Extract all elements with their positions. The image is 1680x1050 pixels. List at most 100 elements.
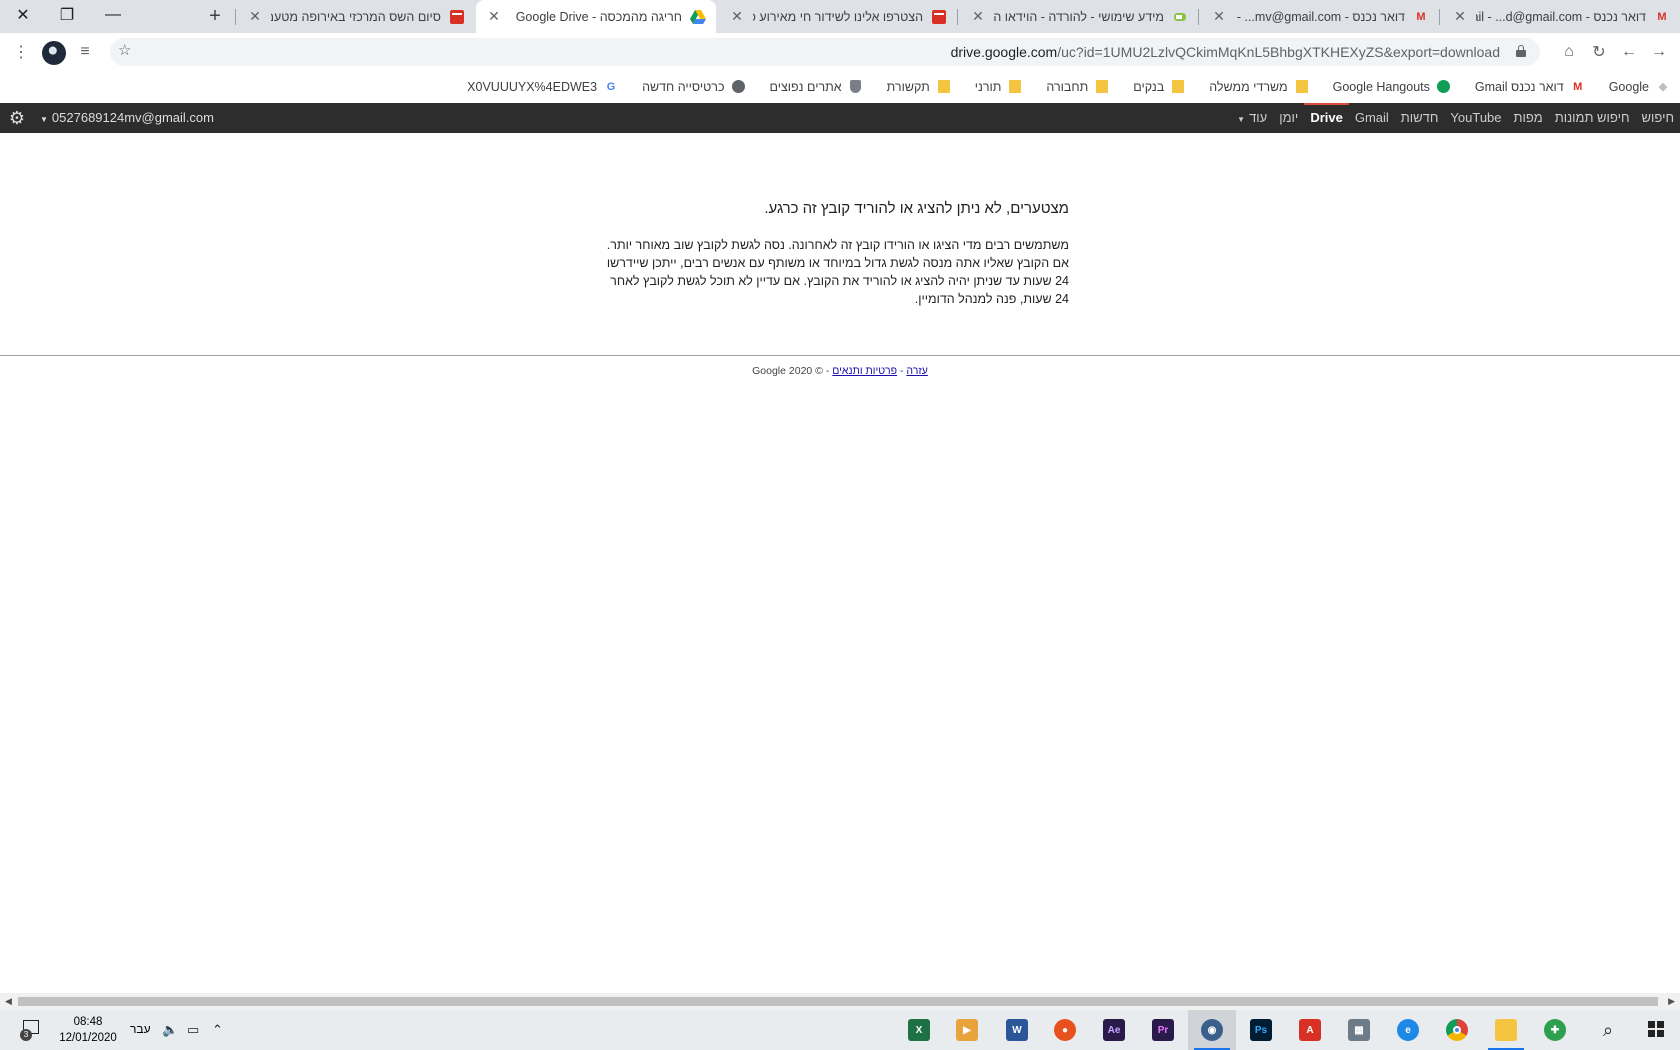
language-indicator[interactable]: עבר (130, 1022, 151, 1036)
taskbar-photoshop[interactable]: Ps (1237, 1010, 1285, 1050)
taskbar-premiere[interactable]: Pr (1139, 1010, 1187, 1050)
start-button[interactable] (1632, 1010, 1680, 1050)
gnav-maps[interactable]: מפות (1508, 103, 1549, 133)
gnav-search[interactable]: חיפוש (1636, 103, 1680, 133)
taskbar-acrobat[interactable]: A (1286, 1010, 1334, 1050)
tab-google-drive[interactable]: חריגה מהמכסה - Google Drive ✕ (476, 0, 716, 33)
premiere-icon: Pr (1152, 1019, 1174, 1041)
taskbar-file-explorer[interactable] (1482, 1010, 1530, 1050)
bookmark-hangouts[interactable]: Google Hangouts (1333, 80, 1451, 94)
close-window-button[interactable]: ✕ (0, 0, 46, 30)
taskbar-network[interactable]: ▦ (1335, 1010, 1383, 1050)
gnav-drive[interactable]: Drive (1304, 103, 1349, 133)
video-icon (449, 9, 465, 25)
close-tab-icon[interactable]: ✕ (729, 8, 745, 25)
bookmark-label: Google Hangouts (1332, 79, 1430, 94)
minimize-button[interactable]: — (90, 0, 136, 30)
gnav-gmail[interactable]: Gmail (1349, 103, 1395, 133)
taskbar-after-effects[interactable]: Ae (1090, 1010, 1138, 1050)
bookmark-label: תקשורת (886, 79, 930, 94)
tab-separator (957, 9, 958, 25)
tab-shas-europe[interactable]: סיום השס המרכזי באירופה מטעם ✕ (237, 0, 475, 33)
reload-button[interactable]: ↻ (1586, 39, 1612, 65)
gnav-news[interactable]: חדשות (1395, 103, 1445, 133)
footer: עזרה - פרטיות ותנאים - © 2020 Google (0, 365, 1680, 377)
bookmark-gmail[interactable]: M דואר נכנס Gmail (1475, 80, 1585, 94)
taskbar-excel[interactable]: X (895, 1010, 943, 1050)
video-icon (931, 9, 947, 25)
scroll-right-icon[interactable]: ▶ (1668, 996, 1675, 1007)
url-path: /uc?id=1UMU2LzlvQCkimMqKnL5BhbgXTKHEXyZS… (1057, 44, 1500, 60)
scroll-left-icon[interactable]: ◀ (5, 996, 12, 1007)
home-button[interactable]: ⌂ (1556, 39, 1582, 65)
bookmark-label: משרדי ממשלה (1209, 79, 1288, 94)
bookmark-new-tab[interactable]: כרטיסייה חדשה (642, 80, 746, 94)
gnav-youtube[interactable]: YouTube (1444, 103, 1507, 133)
taskbar-word[interactable]: W (993, 1010, 1041, 1050)
error-line: 24 שעות, פנה למנהל הדומיין. (914, 292, 1069, 306)
error-message: משתמשים רבים מדי הציגו או הורידו קובץ זה… (599, 236, 1069, 308)
taskbar-green-app[interactable]: ✚ (1531, 1010, 1579, 1050)
horizontal-scrollbar[interactable]: ◀ ▶ (0, 993, 1680, 1010)
bookmark-google[interactable]: ◆ Google (1609, 80, 1670, 94)
after-effects-icon: Ae (1103, 1019, 1125, 1041)
volume-icon[interactable]: 🔈 (162, 1022, 178, 1038)
bookmark-folder-media[interactable]: תקשורת (887, 80, 951, 94)
bookmark-folder-transport[interactable]: תחבורה (1046, 80, 1109, 94)
tab-gmail-2[interactable]: M דואר נכנס - Gmail - ...mv@gmail.com ✕ (1201, 0, 1439, 33)
forward-button[interactable]: ← (1616, 39, 1642, 65)
new-tab-button[interactable]: + (205, 6, 225, 27)
action-center-icon[interactable]: 3 (20, 1020, 42, 1041)
clock[interactable]: 08:48 12/01/2020 (58, 1014, 118, 1046)
gnav-calendar[interactable]: יומן (1273, 103, 1304, 133)
taskbar: 3 08:48 12/01/2020 עבר 🔈 ▭ ⌃ X ▶ W ● Ae … (0, 1010, 1680, 1050)
close-tab-icon[interactable]: ✕ (1211, 8, 1227, 25)
green-app-icon: ✚ (1544, 1019, 1566, 1041)
bookmark-label: תורני (974, 79, 1002, 94)
bookmark-folder-government[interactable]: משרדי ממשלה (1209, 80, 1308, 94)
media-control-button[interactable]: ≡ (72, 39, 98, 65)
taskbar-burner[interactable]: ● (1041, 1010, 1089, 1050)
taskbar-browser[interactable]: ◉ (1188, 1010, 1236, 1050)
bookmark-label: בנקים (1133, 79, 1165, 94)
google-nav: חיפוש חיפוש תמונות מפות YouTube חדשות Gm… (1231, 103, 1680, 133)
close-tab-icon[interactable]: ✕ (970, 8, 986, 25)
network-tray-icon[interactable]: ▭ (187, 1022, 199, 1038)
tab-strip: M דואר נכנס - Gmail - ...d@gmail.com ✕ M… (0, 0, 1680, 33)
address-bar[interactable]: drive.google.com/uc?id=1UMU2LzlvQCkimMqK… (110, 38, 1540, 66)
word-icon: W (1006, 1019, 1028, 1041)
taskbar-edge[interactable]: e (1384, 1010, 1432, 1050)
taskbar-media-player[interactable]: ▶ (943, 1010, 991, 1050)
gear-icon[interactable]: ⚙ (8, 109, 26, 127)
profile-avatar[interactable] (42, 41, 66, 65)
lock-icon (1516, 45, 1526, 57)
tab-gmail-1[interactable]: M דואר נכנס - Gmail - ...d@gmail.com ✕ (1442, 0, 1680, 33)
tab-useful-info[interactable]: מידע שימושי - להורדה - הוידאו הכ ✕ (960, 0, 1198, 33)
footer-separator: - (822, 365, 833, 377)
bookmark-folder-banks[interactable]: בנקים (1133, 80, 1185, 94)
close-tab-icon[interactable]: ✕ (247, 8, 263, 25)
bookmark-folder-torani[interactable]: תורני (975, 80, 1023, 94)
scrollbar-thumb[interactable] (18, 997, 1658, 1006)
bookmarks-bar: ◆ Google M דואר נכנס Gmail Google Hangou… (0, 70, 1680, 103)
close-tab-icon[interactable]: ✕ (486, 8, 502, 25)
account-menu[interactable]: ▼ 0527689124mv@gmail.com (40, 103, 214, 133)
chevron-up-icon[interactable]: ⌃ (212, 1022, 223, 1038)
tab-live-broadcast[interactable]: הצטרפו אלינו לשידור חי מאירוע כ ✕ (719, 0, 957, 33)
taskbar-chrome[interactable] (1433, 1010, 1481, 1050)
bookmark-google-search[interactable]: G X0VUUUYX%4EDWE3 (467, 80, 618, 94)
close-tab-icon[interactable]: ✕ (1452, 8, 1468, 25)
gnav-image-search[interactable]: חיפוש תמונות (1549, 103, 1636, 133)
restore-button[interactable]: ❐ (44, 0, 90, 30)
menu-button[interactable]: ⋮ (8, 39, 34, 65)
bookmark-star-icon[interactable]: ☆ (118, 41, 131, 59)
hangouts-icon (1437, 80, 1451, 94)
privacy-terms-link[interactable]: פרטיות ותנאים (832, 365, 897, 377)
clock-date: 12/01/2020 (59, 1032, 117, 1044)
google-faded-icon: ◆ (1658, 81, 1668, 93)
gnav-more[interactable]: עוד▼ (1231, 103, 1273, 133)
bookmark-common-sites[interactable]: אתרים נפוצים (770, 80, 863, 94)
back-button[interactable]: → (1646, 39, 1672, 65)
taskbar-search[interactable]: ⌕ (1584, 1010, 1632, 1050)
help-link[interactable]: עזרה (906, 365, 927, 377)
